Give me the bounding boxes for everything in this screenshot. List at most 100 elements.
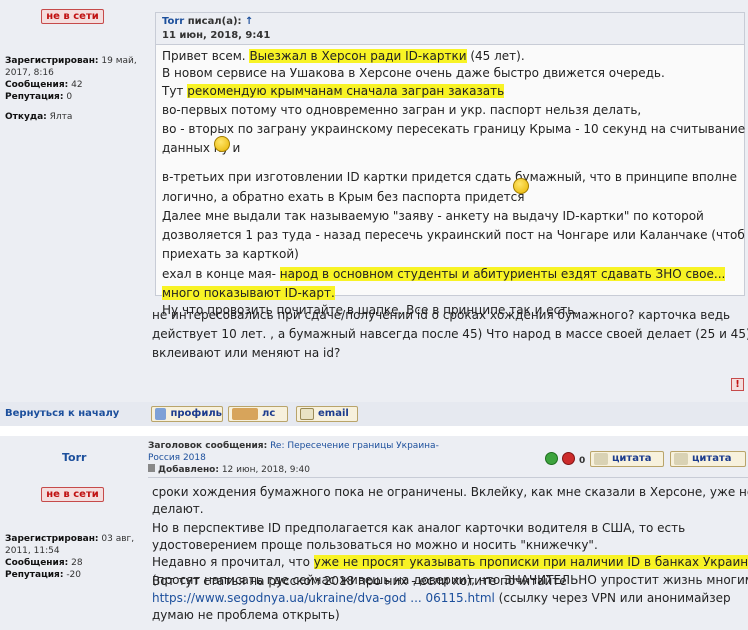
post-line: не интересовались при сдаче/получении id…	[152, 308, 731, 322]
quote-button[interactable]: цитата	[590, 451, 664, 467]
article-link[interactable]: https://www.segodnya.ua/ukraine/dva-god …	[152, 591, 495, 605]
highlighted-text: народ в основном студенты и абитуриенты …	[279, 267, 726, 281]
pm-button-label: лс	[262, 408, 276, 419]
text-span: (45 лет).	[466, 49, 525, 63]
reputation-value: 0	[66, 92, 73, 102]
added-value: 12 июн, 2018, 9:40	[221, 465, 311, 475]
text-span: в-третьих при изготовлении ID картки при…	[162, 170, 738, 184]
post2-header: Заголовок сообщения: Re: Пересечение гра…	[148, 440, 468, 476]
post-line: сроки хождения бумажного пока не огранич…	[152, 485, 748, 499]
text-span: Вот тут статья на русском 2018 про них -…	[152, 574, 567, 588]
post-line: делают.	[152, 502, 204, 516]
subject-label: Заголовок сообщения:	[148, 441, 268, 451]
highlighted-text: много показывают ID-карт.	[162, 286, 335, 300]
added-label: Добавлено:	[158, 465, 219, 475]
quote-jump-arrow-icon[interactable]: ↑	[245, 16, 253, 27]
report-icon[interactable]: !	[731, 378, 744, 391]
text-span: приехать за карткой)	[162, 247, 299, 261]
post2-profile-info: Зарегистрирован: 03 авг, 2011, 11:54 Соо…	[5, 533, 145, 581]
text-span: данных	[162, 141, 214, 155]
rating-value: 0	[579, 456, 586, 466]
from-label: Откуда:	[5, 112, 47, 122]
quote-line: ехал в конце мая- народ в основном студе…	[162, 267, 726, 281]
text-span: сроки хождения бумажного пока не огранич…	[152, 485, 748, 499]
quote-line: В новом сервисе на Ушакова в Херсоне оче…	[162, 66, 665, 80]
quote-line: во-первых потому что одновременно загран…	[162, 103, 641, 117]
registered-label: Зарегистрирован:	[5, 534, 99, 544]
post-line: https://www.segodnya.ua/ukraine/dva-god …	[152, 591, 731, 605]
text-span: дозволяется 1 раз туда - назад пересечь …	[162, 228, 745, 242]
quote-button-label: цитата	[612, 453, 652, 464]
quote-line: дозволяется 1 раз туда - назад пересечь …	[162, 228, 745, 242]
pm-icon	[232, 408, 258, 420]
smiley-thinking-icon	[214, 136, 230, 152]
messages-label: Сообщения:	[5, 80, 69, 90]
post-separator	[0, 426, 748, 436]
quote-date: 11 июн, 2018, 9:41	[162, 30, 271, 41]
offline-badge[interactable]: не в сети	[41, 487, 104, 502]
post2-divider	[148, 477, 748, 478]
quote-line: во - вторых по заграну украинскому перес…	[162, 122, 745, 136]
text-span: (ссылку через VPN или анонимайзер	[494, 591, 731, 605]
profile-button-label: профиль	[170, 408, 222, 419]
highlighted-text: рекомендую крымчанам сначала загран зака…	[187, 84, 505, 98]
text-span: во - вторых по заграну украинскому перес…	[162, 122, 746, 136]
post-line: Недавно я прочитал, что уже не просят ук…	[152, 555, 748, 569]
post-line: действует 10 лет. , а бумажный навсегда …	[152, 327, 748, 341]
highlighted-text: Выезжал в Херсон ради ID-картки	[249, 49, 467, 63]
email-button[interactable]: email	[296, 406, 358, 422]
post2-author-name[interactable]: Torr	[62, 451, 86, 464]
rate-up-icon[interactable]	[545, 452, 558, 465]
messages-value: 28	[71, 558, 83, 568]
reputation-label: Репутация:	[5, 92, 64, 102]
pm-button[interactable]: лс	[228, 406, 288, 422]
back-to-top-link[interactable]: Вернуться к началу	[5, 408, 119, 419]
rate-down-icon[interactable]	[562, 452, 575, 465]
quote-line: логично, а обратно ехать в Крым без пасп…	[162, 190, 524, 204]
envelope-icon	[300, 408, 314, 420]
quote-icon	[674, 453, 688, 465]
quote-header: Torr писал(а): ↑ 11 июн, 2018, 9:41	[155, 12, 745, 44]
post1-profile-info: Зарегистрирован: 19 май, 2017, 8:16 Сооб…	[5, 55, 145, 123]
text-span: Далее мне выдали так называемую "заяву -…	[162, 209, 704, 223]
quote-line: много показывают ID-карт.	[162, 286, 335, 300]
quote-line: Привет всем. Выезжал в Херсон ради ID-ка…	[162, 49, 525, 63]
text-span: Привет всем.	[162, 49, 250, 63]
post-line: удостоверением проще пользоваться но мож…	[152, 538, 598, 552]
post-line: Вот тут статья на русском 2018 про них -…	[152, 574, 567, 588]
text-span: ехал в конце мая-	[162, 267, 280, 281]
from-value: Ялта	[49, 112, 73, 122]
quote-line: Тут рекомендую крымчанам сначала загран …	[162, 84, 505, 98]
registered-label: Зарегистрирован:	[5, 56, 99, 66]
reputation-label: Репутация:	[5, 570, 64, 580]
quote-button[interactable]: цитата	[670, 451, 746, 467]
post-line: думаю не проблема открыть)	[152, 608, 340, 622]
text-span: во-первых потому что одновременно загран…	[162, 103, 642, 117]
text-span: Но в перспективе ID предполагается как а…	[152, 521, 686, 535]
quote-line: приехать за карткой)	[162, 247, 299, 261]
email-button-label: email	[318, 408, 349, 419]
quote-icon	[594, 453, 608, 465]
quote-wrote: писал(а):	[187, 16, 242, 27]
reputation-value: -20	[66, 570, 82, 580]
highlighted-text: уже не просят указывать прописки при нал…	[313, 555, 748, 569]
smiley-sunglasses-icon	[513, 178, 529, 194]
post-line: вклеивают или меняют на id?	[152, 346, 341, 360]
text-span: делают.	[152, 502, 204, 516]
messages-value: 42	[71, 80, 83, 90]
text-span: В новом сервисе на Ушакова в Херсоне оче…	[162, 66, 665, 80]
text-span: Тут	[162, 84, 188, 98]
profile-button[interactable]: профиль	[151, 406, 223, 422]
quote-author[interactable]: Torr	[162, 16, 184, 27]
text-span: удостоверением проще пользоваться но мож…	[152, 538, 598, 552]
post-line: Но в перспективе ID предполагается как а…	[152, 521, 685, 535]
profile-icon	[155, 408, 167, 420]
quote-button-label: цитата	[692, 453, 732, 464]
post-icon	[148, 464, 155, 472]
quote-line: в-третьих при изготовлении ID картки при…	[162, 170, 737, 184]
text-span: Недавно я прочитал, что	[152, 555, 314, 569]
quote-line: Далее мне выдали так называемую "заяву -…	[162, 209, 704, 223]
messages-label: Сообщения:	[5, 558, 69, 568]
offline-badge[interactable]: не в сети	[41, 9, 104, 24]
text-span: логично, а обратно ехать в Крым без пасп…	[162, 190, 525, 204]
